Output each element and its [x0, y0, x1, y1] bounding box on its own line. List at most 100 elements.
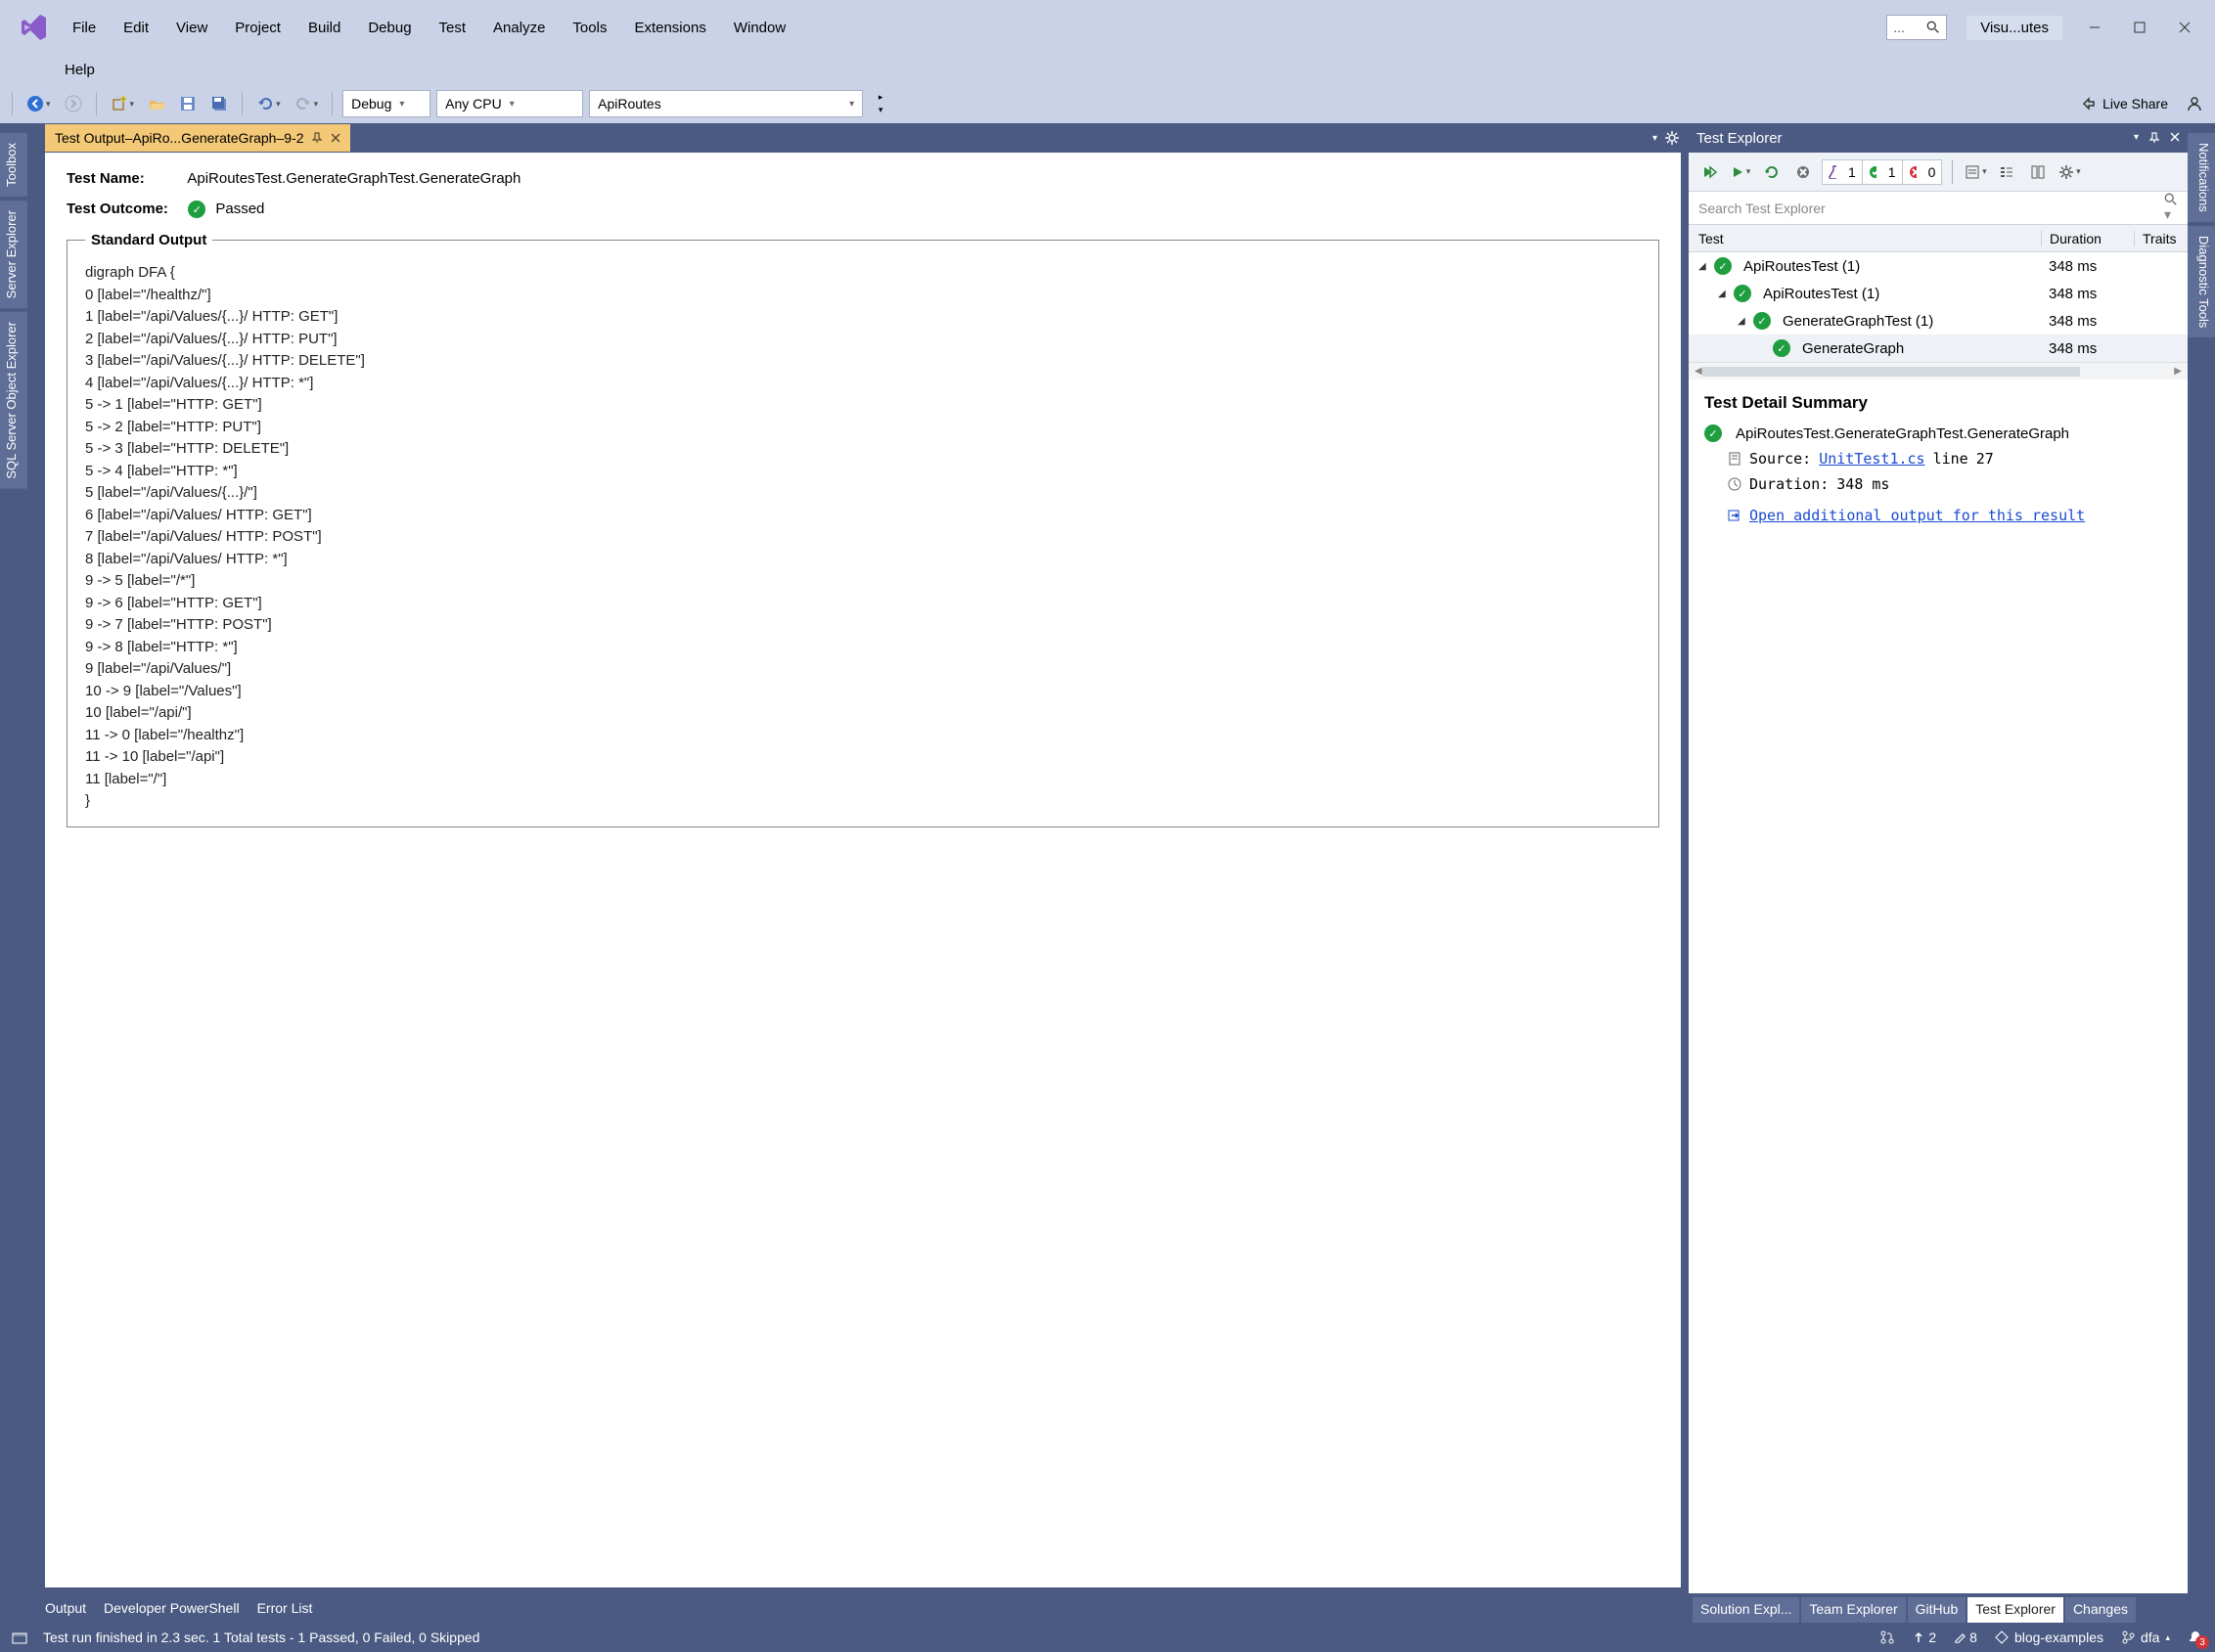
toolbar-separator [332, 92, 333, 115]
test-duration: 348 ms [2041, 258, 2134, 275]
minimize-button[interactable] [2072, 12, 2117, 43]
outgoing-commits[interactable]: 2 [1913, 1630, 1936, 1645]
panel-tab-test-explorer[interactable]: Test Explorer [1967, 1597, 2063, 1623]
settings-button[interactable]: ▾ [2057, 158, 2082, 186]
repeat-button[interactable] [1759, 158, 1785, 186]
menu-build[interactable]: Build [294, 14, 354, 42]
account-button[interactable] [2182, 90, 2207, 117]
nav-forward-button[interactable] [61, 90, 86, 117]
diagnostic-tools-tab[interactable]: Diagnostic Tools [2188, 226, 2215, 337]
document-tabs-row: Test Output–ApiRo...GenerateGraph–9-2 ▾ [27, 123, 1689, 153]
close-button[interactable] [2162, 12, 2207, 43]
repo-name: blog-examples [2014, 1630, 2103, 1645]
document-tab-active[interactable]: Test Output–ApiRo...GenerateGraph–9-2 [45, 124, 350, 152]
live-share-button[interactable]: Live Share [2077, 90, 2172, 117]
test-explorer-panel: Test Explorer ▾ ▾ 1 1 0 ▾ [1689, 123, 2188, 1623]
branch-indicator[interactable]: dfa▴ [2121, 1630, 2170, 1645]
left-tab-strip: Toolbox Server Explorer SQL Server Objec… [0, 123, 27, 1623]
toolbar-overflow-button[interactable]: ▸▾ [869, 90, 892, 117]
gear-icon[interactable] [1665, 131, 1679, 145]
pull-request-icon[interactable] [1879, 1630, 1895, 1645]
test-explorer-search[interactable]: Search Test Explorer ▾ [1689, 192, 2188, 225]
test-tree-row[interactable]: ✓GenerateGraph348 ms [1689, 335, 2188, 362]
run-all-button[interactable] [1696, 158, 1722, 186]
save-all-button[interactable] [206, 90, 232, 117]
menu-tools[interactable]: Tools [559, 14, 620, 42]
vs-logo-icon [18, 12, 49, 43]
redo-button[interactable]: ▾ [291, 90, 323, 117]
horizontal-scrollbar[interactable]: ◀ ▶ [1689, 362, 2188, 380]
passed-icon: ✓ [1714, 257, 1732, 275]
startup-combo[interactable]: ApiRoutes▾ [589, 90, 863, 117]
sql-server-object-explorer-tab[interactable]: SQL Server Object Explorer [0, 312, 27, 489]
expand-icon[interactable]: ◢ [1698, 261, 1708, 272]
pending-changes[interactable]: 8 [1954, 1630, 1977, 1645]
notifications-button[interactable]: 3 [2188, 1630, 2203, 1645]
error-list-tab[interactable]: Error List [257, 1600, 313, 1616]
scroll-right-icon[interactable]: ▶ [2174, 366, 2182, 377]
close-panel-icon[interactable] [2170, 132, 2180, 144]
toolbox-tab[interactable]: Toolbox [0, 133, 27, 197]
panel-tab-changes[interactable]: Changes [2065, 1597, 2136, 1623]
document-area: Test Output–ApiRo...GenerateGraph–9-2 ▾ … [27, 123, 1689, 1623]
test-tree-row[interactable]: ◢✓ApiRoutesTest (1)348 ms [1689, 280, 2188, 307]
close-tab-icon[interactable] [331, 133, 340, 143]
config-combo[interactable]: Debug▾ [342, 90, 430, 117]
menu-project[interactable]: Project [221, 14, 294, 42]
menu-edit[interactable]: Edit [110, 14, 162, 42]
menu-extensions[interactable]: Extensions [620, 14, 719, 42]
nav-back-button[interactable]: ▾ [23, 90, 55, 117]
scrollbar-thumb[interactable] [1702, 367, 2080, 377]
stop-debug-button[interactable] [1790, 158, 1816, 186]
source-file-link[interactable]: UnitTest1.cs [1819, 450, 1924, 468]
repo-indicator[interactable]: blog-examples [1995, 1630, 2103, 1645]
open-output-icon [1728, 509, 1741, 522]
standard-output-legend: Standard Output [85, 232, 212, 248]
output-tab[interactable]: Output [45, 1600, 86, 1616]
panel-tab-github[interactable]: GitHub [1908, 1597, 1966, 1623]
tabs-dropdown-icon[interactable]: ▾ [1652, 133, 1657, 144]
test-detail-summary: Test Detail Summary ✓ ApiRoutesTest.Gene… [1689, 380, 2188, 1593]
menu-analyze[interactable]: Analyze [479, 14, 559, 42]
column-duration[interactable]: Duration [2041, 231, 2134, 246]
undo-button[interactable]: ▾ [252, 90, 285, 117]
maximize-button[interactable] [2117, 12, 2162, 43]
expand-icon[interactable]: ◢ [1738, 316, 1747, 327]
run-button[interactable]: ▾ [1728, 158, 1753, 186]
open-button[interactable] [144, 90, 169, 117]
menu-view[interactable]: View [162, 14, 221, 42]
live-share-label: Live Share [2102, 96, 2168, 112]
server-explorer-tab[interactable]: Server Explorer [0, 201, 27, 308]
open-output-link[interactable]: Open additional output for this result [1749, 507, 2085, 524]
test-tree-row[interactable]: ◢✓GenerateGraphTest (1)348 ms [1689, 307, 2188, 335]
column-traits[interactable]: Traits [2134, 231, 2188, 246]
developer-powershell-tab[interactable]: Developer PowerShell [104, 1600, 240, 1616]
playlist-button[interactable]: ▾ [1963, 158, 1988, 186]
flask-icon [1823, 160, 1842, 184]
test-tree-row[interactable]: ◢✓ApiRoutesTest (1)348 ms [1689, 252, 2188, 280]
pin-icon[interactable] [311, 132, 323, 144]
passed-icon: ✓ [1704, 424, 1722, 442]
expand-icon[interactable]: ◢ [1718, 289, 1728, 299]
title-search[interactable]: ... [1886, 15, 1947, 40]
save-button[interactable] [175, 90, 201, 117]
pin-icon[interactable] [2148, 132, 2160, 144]
panel-tab-solution-expl-[interactable]: Solution Expl... [1693, 1597, 1799, 1623]
menu-debug[interactable]: Debug [354, 14, 425, 42]
menu-help[interactable]: Help [51, 56, 109, 84]
panel-tab-team-explorer[interactable]: Team Explorer [1801, 1597, 1905, 1623]
notifications-tab[interactable]: Notifications [2188, 133, 2215, 222]
platform-combo[interactable]: Any CPU▾ [436, 90, 583, 117]
columns-button[interactable] [2025, 158, 2051, 186]
panel-dropdown-icon[interactable]: ▾ [2134, 132, 2139, 144]
menu-window[interactable]: Window [720, 14, 799, 42]
new-item-button[interactable]: ✦▾ [107, 90, 139, 117]
test-pass-count: 1 [1882, 160, 1903, 184]
group-by-button[interactable] [1994, 158, 2019, 186]
menu-file[interactable]: File [59, 14, 110, 42]
scroll-left-icon[interactable]: ◀ [1695, 366, 1702, 377]
test-name-row: Test Name: ApiRoutesTest.GenerateGraphTe… [67, 170, 1659, 187]
column-test[interactable]: Test [1689, 231, 2041, 246]
menu-test[interactable]: Test [426, 14, 480, 42]
right-tab-strip: Notifications Diagnostic Tools [2188, 123, 2215, 1623]
